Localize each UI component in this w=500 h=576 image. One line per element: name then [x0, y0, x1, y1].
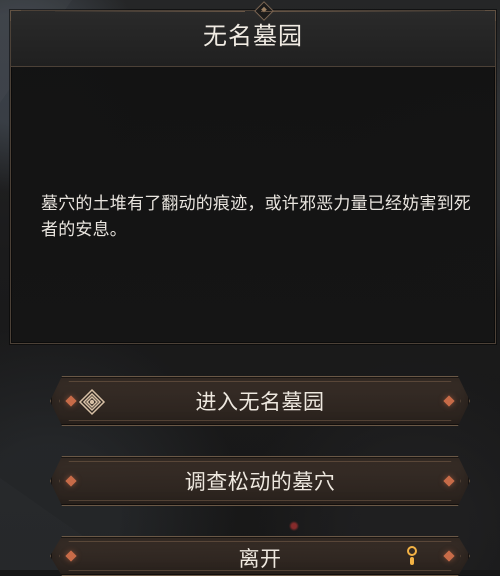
choice-investigate-grave[interactable]: 调查松动的墓穴 [50, 456, 470, 506]
dialog-description: 墓穴的土堆有了翻动的痕迹，或许邪恶力量已经妨害到死者的安息。 [41, 194, 471, 240]
choice-investigate-grave-label: 调查松动的墓穴 [184, 470, 336, 494]
dialog-title: 无名墓园 [203, 22, 303, 50]
scroll-indicator-icon [405, 546, 419, 565]
choice-enter-cemetery[interactable]: 进入无名墓园 [50, 376, 470, 426]
title-decor-left [55, 11, 245, 12]
event-dialog: 无名墓园 墓穴的土堆有了翻动的痕迹，或许邪恶力量已经妨害到死者的安息。 [10, 1, 496, 344]
ember-icon [289, 521, 299, 531]
dialog-title-bar: 无名墓园 [11, 1, 495, 67]
entry-sigil-icon [78, 388, 106, 416]
choice-enter-cemetery-label: 进入无名墓园 [195, 390, 325, 414]
title-decor-right [261, 11, 451, 12]
